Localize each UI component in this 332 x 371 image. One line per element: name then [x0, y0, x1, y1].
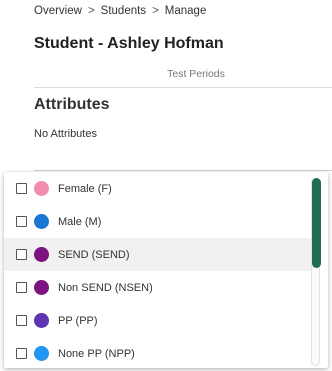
- checkbox-icon[interactable]: [16, 348, 27, 359]
- option-label: PP (PP): [58, 314, 98, 327]
- color-dot-icon: [34, 214, 49, 229]
- breadcrumb-overview[interactable]: Overview: [34, 5, 82, 17]
- option-label: Female (F): [58, 182, 112, 195]
- tab-label: Test Periods: [167, 68, 225, 80]
- checkbox-icon[interactable]: [16, 183, 27, 194]
- attribute-select-field[interactable]: [34, 170, 332, 171]
- color-dot-icon: [34, 346, 49, 361]
- dropdown-option-non-send[interactable]: Non SEND (NSEN): [4, 271, 314, 304]
- breadcrumb-students[interactable]: Students: [101, 5, 146, 17]
- attribute-dropdown-menu: Female (F) Male (M) SEND (SEND) Non SEND…: [4, 172, 328, 368]
- breadcrumb-separator: >: [87, 5, 95, 17]
- breadcrumb: Overview > Students > Manage: [34, 5, 206, 17]
- tab-test-periods[interactable]: Test Periods: [0, 68, 332, 80]
- checkbox-icon[interactable]: [16, 282, 27, 293]
- color-dot-icon: [34, 181, 49, 196]
- dropdown-option-female[interactable]: Female (F): [4, 172, 314, 205]
- dropdown-option-none-pp[interactable]: None PP (NPP): [4, 337, 314, 368]
- tab-divider: [34, 87, 332, 88]
- breadcrumb-separator: >: [152, 5, 159, 17]
- no-attributes-text: No Attributes: [34, 128, 97, 140]
- dropdown-option-male[interactable]: Male (M): [4, 205, 314, 238]
- checkbox-icon[interactable]: [16, 216, 27, 227]
- dropdown-option-send[interactable]: SEND (SEND): [4, 238, 314, 271]
- dropdown-option-pp[interactable]: PP (PP): [4, 304, 314, 337]
- color-dot-icon: [34, 313, 49, 328]
- option-label: Non SEND (NSEN): [58, 281, 153, 294]
- checkbox-icon[interactable]: [16, 249, 27, 260]
- color-dot-icon: [34, 247, 49, 262]
- attributes-heading: Attributes: [34, 96, 110, 113]
- breadcrumb-manage: Manage: [164, 5, 207, 17]
- color-dot-icon: [34, 280, 49, 295]
- scrollbar-thumb[interactable]: [312, 178, 321, 268]
- checkbox-icon[interactable]: [16, 315, 27, 326]
- option-label: None PP (NPP): [58, 347, 135, 360]
- option-label: Male (M): [58, 215, 102, 228]
- page-title: Student - Ashley Hofman: [34, 35, 224, 52]
- option-label: SEND (SEND): [58, 248, 130, 261]
